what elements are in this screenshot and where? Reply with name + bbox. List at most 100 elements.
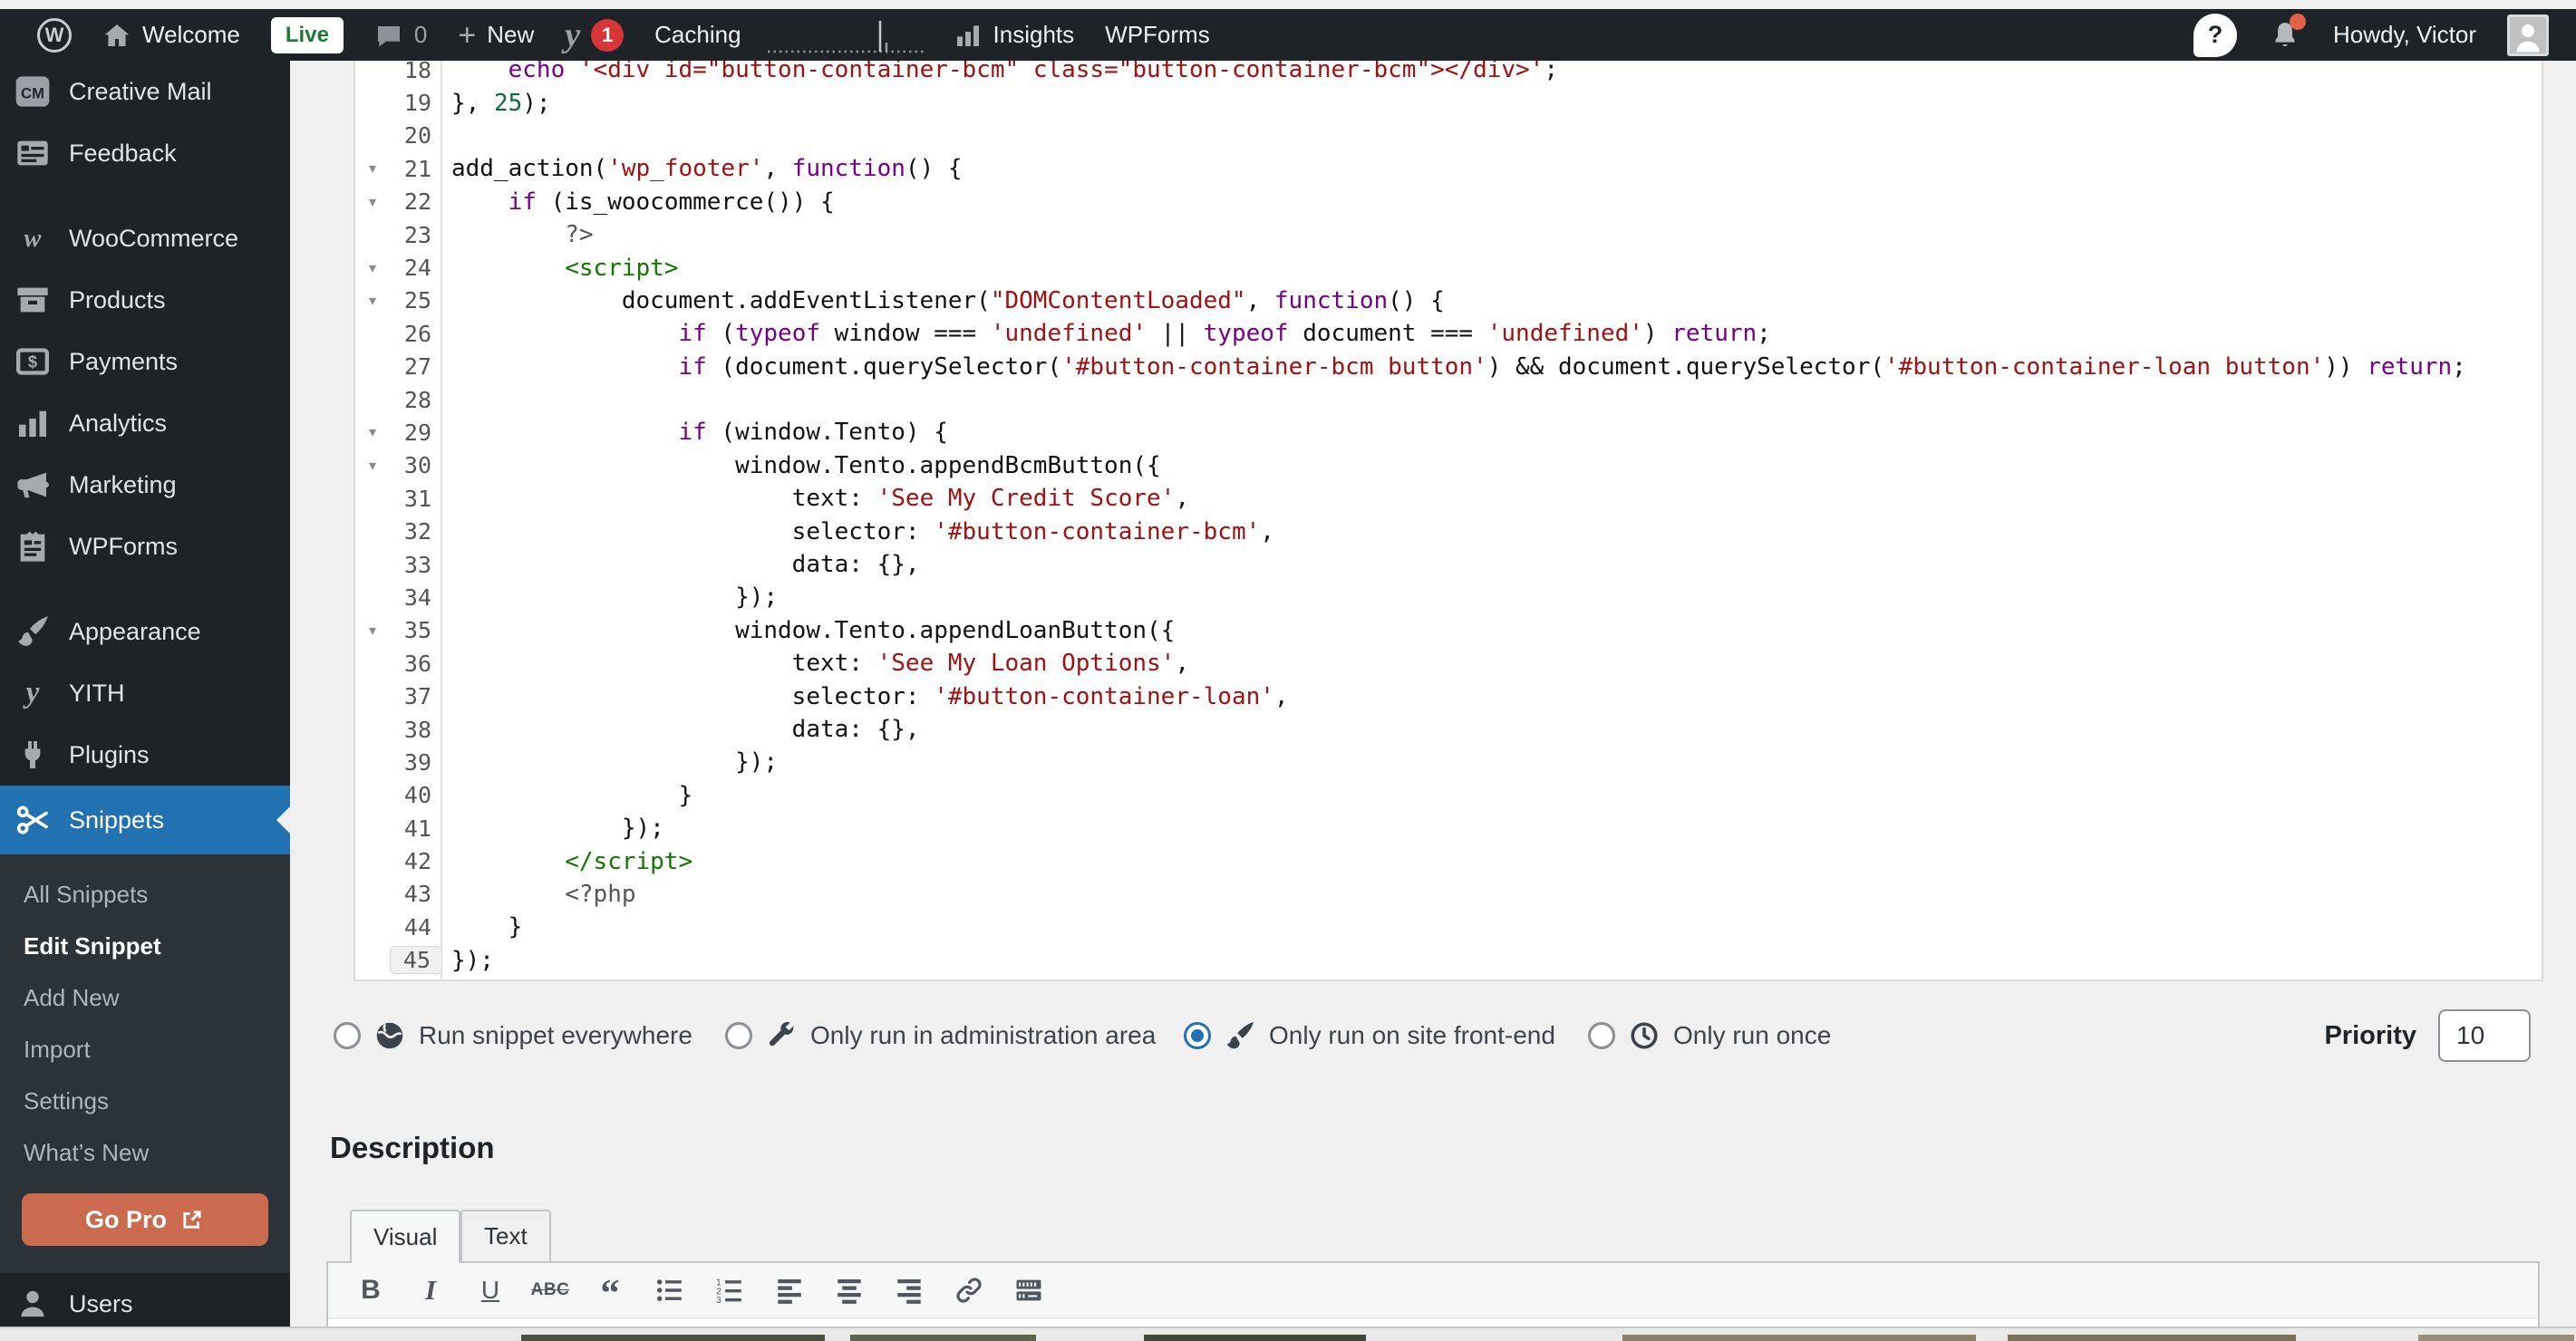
- submenu-item-add-new[interactable]: Add New: [0, 972, 290, 1024]
- line-number: 45: [390, 946, 442, 975]
- code-line-28[interactable]: 28: [355, 383, 2542, 416]
- radio-unselected[interactable]: [334, 1022, 361, 1049]
- caching-menu[interactable]: Caching: [639, 9, 756, 61]
- numbered-list-button[interactable]: 123: [703, 1269, 756, 1312]
- live-status[interactable]: Live: [256, 9, 359, 61]
- code-line-19[interactable]: 19}, 25);: [355, 86, 2542, 119]
- fold-arrow-icon[interactable]: ▾: [355, 622, 390, 640]
- code-line-33[interactable]: 33 data: {},: [355, 548, 2542, 581]
- code-line-20[interactable]: 20: [355, 120, 2542, 152]
- submenu-item-edit-snippet[interactable]: Edit Snippet: [0, 921, 290, 972]
- radio-unselected[interactable]: [725, 1022, 752, 1049]
- submenu-item-settings[interactable]: Settings: [0, 1076, 290, 1127]
- plus-icon: +: [458, 17, 477, 53]
- fold-arrow-icon[interactable]: ▾: [355, 193, 390, 211]
- sidebar-item-marketing[interactable]: Marketing: [0, 454, 290, 516]
- code-line-34[interactable]: 34 });: [355, 581, 2542, 613]
- code-line-29[interactable]: ▾ 29 if (window.Tento) {: [355, 416, 2542, 449]
- code-line-24[interactable]: ▾ 24 <script>: [355, 251, 2542, 284]
- link-button[interactable]: [943, 1269, 995, 1312]
- code-line-36[interactable]: 36 text: 'See My Loan Options',: [355, 647, 2542, 680]
- align-left-button[interactable]: [763, 1269, 816, 1312]
- code-line-42[interactable]: 42 </script>: [355, 844, 2542, 877]
- radio-unselected[interactable]: [1588, 1022, 1615, 1049]
- bulleted-list-button[interactable]: [644, 1269, 696, 1312]
- code-line-26[interactable]: 26 if (typeof window === 'undefined' || …: [355, 317, 2542, 350]
- help-button[interactable]: ?: [2193, 13, 2238, 57]
- submenu-item-whats-new[interactable]: What’s New: [0, 1127, 290, 1179]
- snippet-code-editor[interactable]: 18 echo '<div id="button-container-bcm" …: [353, 61, 2543, 981]
- sidebar-item-woocommerce[interactable]: w WooCommerce: [0, 207, 290, 269]
- new-content-menu[interactable]: + New: [442, 9, 549, 61]
- underline-button[interactable]: U: [464, 1269, 517, 1312]
- tab-visual[interactable]: Visual: [350, 1210, 461, 1263]
- align-center-button[interactable]: [823, 1269, 876, 1312]
- tab-text[interactable]: Text: [460, 1210, 551, 1263]
- code-line-23[interactable]: 23 ?>: [355, 218, 2542, 251]
- radio-selected[interactable]: [1184, 1022, 1211, 1049]
- code-line-27[interactable]: 27 if (document.querySelector('#button-c…: [355, 351, 2542, 383]
- sidebar-item-payments[interactable]: $ Payments: [0, 331, 290, 392]
- align-right-button[interactable]: [883, 1269, 935, 1312]
- howdy-greeting[interactable]: Howdy, Victor: [2333, 21, 2476, 49]
- code-line-38[interactable]: 38 data: {},: [355, 713, 2542, 746]
- code-line-41[interactable]: 41 });: [355, 812, 2542, 844]
- comments-link[interactable]: 0: [359, 9, 442, 61]
- scope-option-1[interactable]: Only run in administration area: [725, 1008, 1156, 1064]
- site-home-link[interactable]: Welcome: [87, 9, 256, 61]
- code-line-31[interactable]: 31 text: 'See My Credit Score',: [355, 482, 2542, 515]
- strikethrough-button[interactable]: ABC: [524, 1269, 576, 1312]
- sidebar-item-appearance[interactable]: Appearance: [0, 601, 290, 662]
- submenu-item-all-snippets[interactable]: All Snippets: [0, 869, 290, 921]
- user-avatar[interactable]: [2507, 14, 2549, 56]
- italic-button[interactable]: I: [404, 1269, 457, 1312]
- toolbar-toggle-button[interactable]: [1002, 1269, 1055, 1312]
- megaphone-icon: [15, 467, 51, 503]
- code-line-35[interactable]: ▾ 35 window.Tento.appendLoanButton({: [355, 614, 2542, 647]
- scope-option-2[interactable]: Only run on site front-end: [1184, 1008, 1555, 1064]
- code-line-30[interactable]: ▾ 30 window.Tento.appendBcmButton({: [355, 449, 2542, 482]
- wordpress-menu[interactable]: W: [22, 9, 87, 61]
- blockquote-icon: “: [595, 1275, 625, 1306]
- fold-arrow-icon[interactable]: ▾: [355, 159, 390, 178]
- submenu-item-import[interactable]: Import: [0, 1024, 290, 1076]
- code-line-25[interactable]: ▾ 25 document.addEventListener("DOMConten…: [355, 285, 2542, 317]
- priority-label: Priority: [2324, 1020, 2416, 1050]
- fold-arrow-icon[interactable]: ▾: [355, 423, 390, 441]
- code-line-22[interactable]: ▾ 22 if (is_woocommerce()) {: [355, 186, 2542, 218]
- code-line-40[interactable]: 40 }: [355, 779, 2542, 812]
- sidebar-item-users[interactable]: Users: [0, 1273, 290, 1327]
- scope-option-0[interactable]: Run snippet everywhere: [334, 1008, 692, 1064]
- blockquote-button[interactable]: “: [584, 1269, 636, 1312]
- sidebar-item-wpforms[interactable]: WPForms: [0, 516, 290, 577]
- sidebar-item-snippets[interactable]: Snippets: [0, 786, 290, 854]
- code-line-44[interactable]: 44 }: [355, 911, 2542, 943]
- code-line-37[interactable]: 37 selector: '#button-container-loan',: [355, 680, 2542, 712]
- code-line-45[interactable]: 45});: [355, 944, 2542, 977]
- go-pro-button[interactable]: Go Pro: [22, 1193, 268, 1246]
- bold-button[interactable]: B: [344, 1269, 397, 1312]
- code-line-43[interactable]: 43 <?php: [355, 878, 2542, 911]
- fold-arrow-icon[interactable]: ▾: [355, 457, 390, 475]
- payment-card-icon: $: [15, 343, 51, 380]
- code-text: data: {},: [451, 551, 920, 579]
- sidebar-item-feedback[interactable]: Feedback: [0, 122, 290, 184]
- sidebar-item-yith[interactable]: y YITH: [0, 662, 290, 724]
- priority-input[interactable]: [2438, 1009, 2531, 1062]
- code-line-18[interactable]: 18 echo '<div id="button-container-bcm" …: [355, 61, 2542, 86]
- code-line-39[interactable]: 39 });: [355, 746, 2542, 778]
- fold-arrow-icon[interactable]: ▾: [355, 259, 390, 277]
- sidebar-item-analytics[interactable]: Analytics: [0, 392, 290, 454]
- wpforms-adminbar-menu[interactable]: WPForms: [1089, 9, 1225, 61]
- notifications-button[interactable]: [2268, 13, 2307, 53]
- sidebar-item-creative-mail[interactable]: CM Creative Mail: [0, 61, 290, 122]
- sidebar-item-plugins[interactable]: Plugins: [0, 724, 290, 786]
- code-line-32[interactable]: 32 selector: '#button-container-bcm',: [355, 515, 2542, 547]
- yoast-seo-menu[interactable]: y 1: [549, 9, 639, 61]
- scope-option-label: Only run in administration area: [810, 1021, 1157, 1049]
- fold-arrow-icon[interactable]: ▾: [355, 292, 390, 310]
- insights-menu[interactable]: Insights: [938, 9, 1090, 61]
- sidebar-item-products[interactable]: Products: [0, 269, 290, 331]
- code-line-21[interactable]: ▾ 21 add_action('wp_footer', function() {: [355, 152, 2542, 185]
- scope-option-3[interactable]: Only run once: [1588, 1008, 1831, 1064]
